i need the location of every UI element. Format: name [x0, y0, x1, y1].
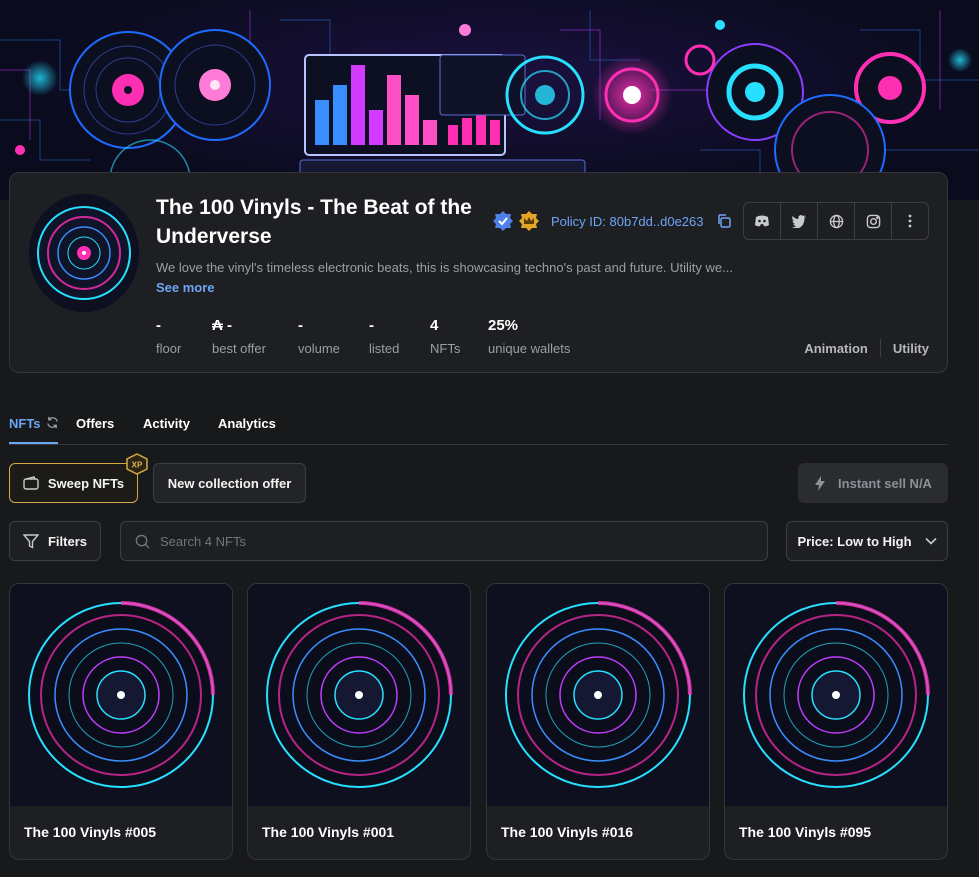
stat-label: unique wallets [488, 341, 571, 356]
stat-label: NFTs [430, 341, 461, 356]
collection-tags: Animation Utility [804, 339, 929, 357]
verified-badge-icon [492, 210, 514, 232]
sweep-nfts-button[interactable]: Sweep NFTs [9, 463, 138, 503]
instant-sell-button[interactable]: Instant sell N/A [798, 463, 948, 503]
sort-dropdown[interactable]: Price: Low to High [786, 521, 948, 561]
instagram-icon [866, 214, 880, 228]
website-button[interactable] [818, 203, 855, 239]
active-tab-indicator [9, 442, 58, 444]
discord-icon [755, 215, 769, 227]
xp-badge-icon: XP [125, 453, 149, 475]
search-icon [135, 534, 150, 549]
stat-label: floor [156, 341, 182, 356]
stat-label: listed [369, 341, 400, 356]
sort-label: Price: Low to High [797, 533, 912, 549]
social-links [743, 202, 929, 240]
twitter-button[interactable] [781, 203, 818, 239]
discord-button[interactable] [744, 203, 781, 239]
lightning-icon [815, 475, 826, 491]
nft-image [487, 584, 709, 806]
chevron-down-icon [924, 537, 937, 545]
collection-title: The 100 Vinyls - The Beat of the Underve… [156, 196, 472, 248]
funnel-icon [22, 533, 39, 549]
nft-card[interactable]: The 100 Vinyls #005 [9, 583, 233, 860]
nft-image [248, 584, 470, 806]
tag-divider [879, 339, 881, 357]
tab-activity[interactable]: Activity [143, 416, 190, 431]
globe-icon [829, 214, 843, 228]
banner-art [0, 10, 979, 200]
tab-offers[interactable]: Offers [76, 416, 114, 431]
stat-label: best offer [212, 341, 266, 356]
collection-avatar [29, 194, 139, 312]
more-options-button[interactable] [892, 203, 928, 239]
see-more-link[interactable]: See more [156, 280, 215, 295]
instant-sell-label: Instant sell N/A [838, 475, 932, 491]
filters-button[interactable]: Filters [9, 521, 101, 561]
copy-icon[interactable] [716, 213, 732, 229]
tag-animation[interactable]: Animation [804, 341, 868, 356]
stat-unique-wallets: 25% unique wallets [488, 317, 570, 356]
stat-value: - [298, 317, 303, 334]
stat-value: - [369, 317, 374, 334]
stat-listed: - listed [369, 317, 399, 356]
stat-value: 4 [430, 317, 439, 334]
search-field [120, 521, 768, 561]
collection-header: The 100 Vinyls - The Beat of the Underve… [9, 172, 948, 373]
sweep-label: Sweep NFTs [47, 475, 125, 491]
filters-label: Filters [47, 533, 87, 549]
nft-card[interactable]: The 100 Vinyls #016 [486, 583, 710, 860]
crown-badge-icon [518, 210, 540, 232]
stat-value: 25% [488, 317, 519, 334]
nft-image [10, 584, 232, 806]
collection-tabs: NFTs Offers Activity Analytics [9, 413, 948, 445]
nft-name: The 100 Vinyls #005 [24, 824, 157, 840]
nft-name: The 100 Vinyls #016 [501, 824, 634, 840]
stat-floor: - floor [156, 317, 181, 356]
tag-utility[interactable]: Utility [893, 341, 929, 356]
collection-description: We love the vinyl's timeless electronic … [156, 260, 733, 275]
stat-best-offer: ₳ - best offer [212, 317, 266, 356]
stat-label: volume [298, 341, 340, 356]
stat-value: - [156, 317, 161, 334]
search-input[interactable] [160, 533, 740, 549]
stat-value: ₳ - [212, 317, 232, 334]
wallet-icon [23, 476, 39, 490]
more-icon [908, 214, 912, 228]
nft-card[interactable]: The 100 Vinyls #095 [724, 583, 948, 860]
stat-volume: - volume [298, 317, 340, 356]
nft-name: The 100 Vinyls #001 [262, 824, 395, 840]
tab-nfts[interactable]: NFTs [9, 416, 41, 431]
twitter-icon [791, 215, 806, 228]
policy-id[interactable]: Policy ID: 80b7dd..d0e263 [551, 214, 704, 229]
new-collection-offer-button[interactable]: New collection offer [153, 463, 306, 503]
stat-nfts: 4 NFTs [430, 317, 460, 356]
xp-label: XP [132, 461, 143, 470]
nft-image [725, 584, 947, 806]
nft-card[interactable]: The 100 Vinyls #001 [247, 583, 471, 860]
collection-banner [0, 0, 979, 200]
nft-name: The 100 Vinyls #095 [739, 824, 872, 840]
refresh-icon[interactable] [46, 416, 59, 429]
instagram-button[interactable] [855, 203, 892, 239]
tab-analytics[interactable]: Analytics [218, 416, 276, 431]
